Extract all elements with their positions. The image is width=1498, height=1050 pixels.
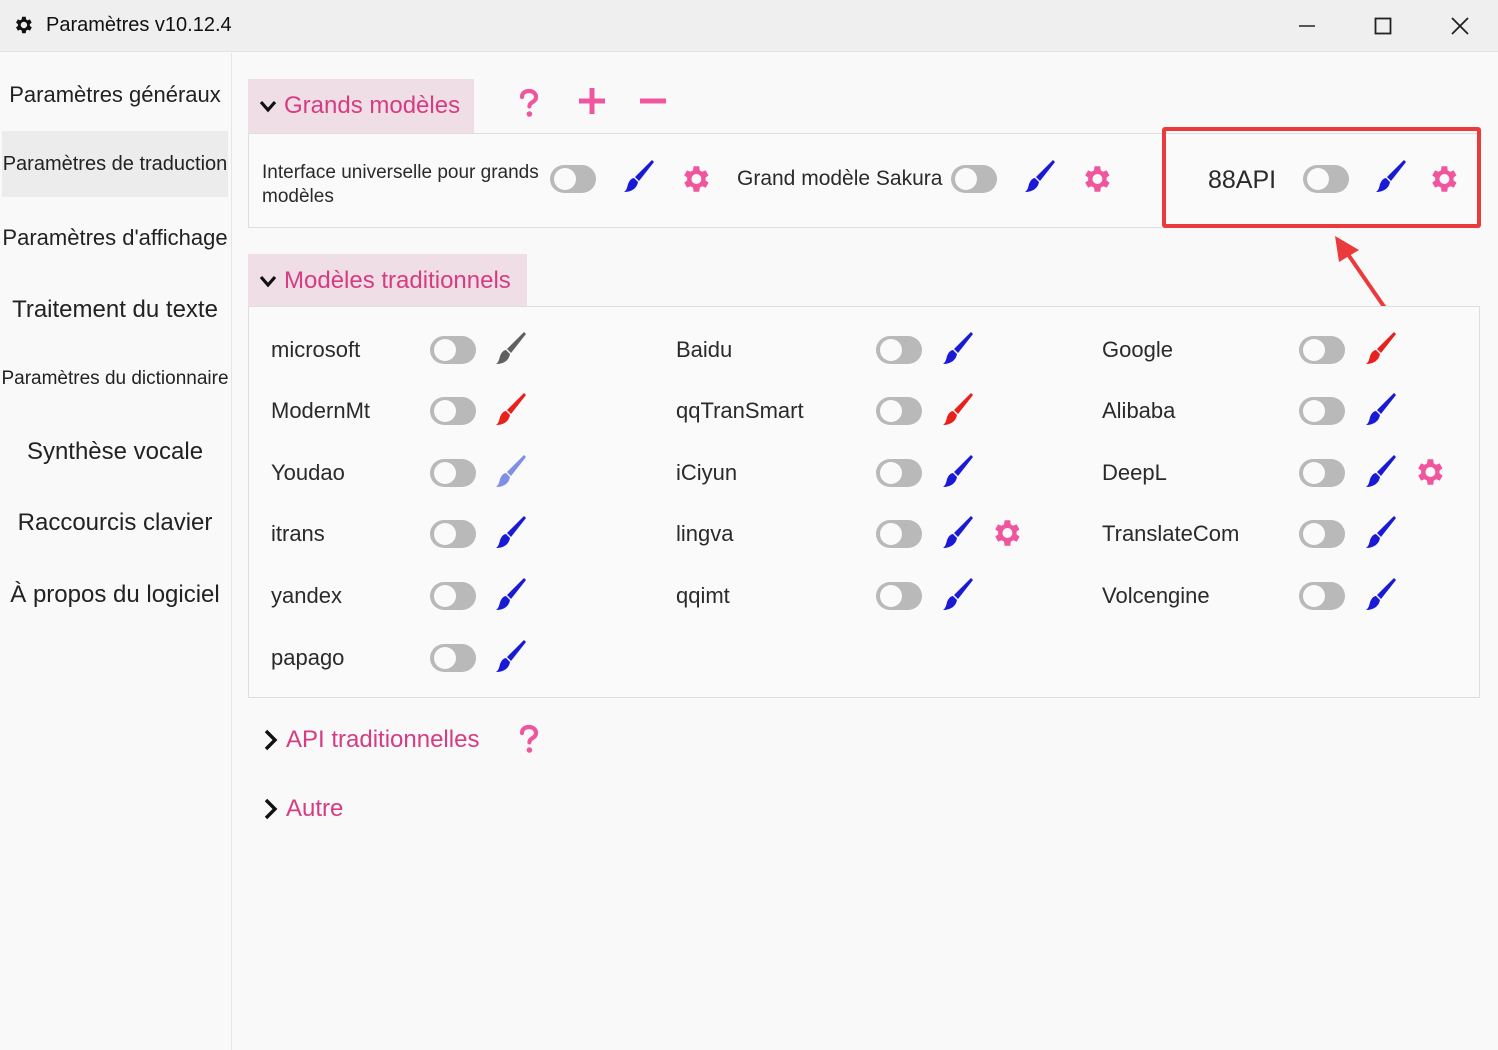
chevron-right-icon[interactable] — [261, 797, 279, 821]
brush-icon[interactable] — [941, 516, 975, 550]
translator-toggle[interactable] — [1299, 397, 1345, 425]
sidebar-item-tts[interactable]: Synthèse vocale — [2, 419, 228, 485]
translator-label: Alibaba — [1102, 398, 1176, 423]
translator-toggle[interactable] — [1299, 520, 1345, 548]
toggle-universal-llm[interactable] — [550, 165, 596, 193]
translator-toggle[interactable] — [430, 582, 476, 610]
translator-toggle[interactable] — [876, 397, 922, 425]
brush-icon[interactable] — [494, 332, 528, 366]
brush-icon[interactable] — [1023, 160, 1057, 194]
brush-icon[interactable] — [494, 516, 528, 550]
maximize-button[interactable] — [1361, 8, 1405, 44]
sidebar-item-about[interactable]: À propos du logiciel — [2, 562, 228, 628]
chevron-down-icon — [259, 275, 277, 288]
translator-toggle[interactable] — [430, 459, 476, 487]
translator-toggle[interactable] — [430, 644, 476, 672]
brush-icon[interactable] — [622, 160, 656, 194]
sidebar-item-shortcuts[interactable]: Raccourcis clavier — [2, 490, 228, 556]
chevron-down-icon — [259, 100, 277, 113]
toggle-sakura[interactable] — [951, 165, 997, 193]
sidebar-item-translation[interactable]: Paramètres de traduction — [2, 131, 228, 197]
minimize-button[interactable] — [1285, 8, 1329, 44]
translator-toggle[interactable] — [1299, 459, 1345, 487]
translator-label: Youdao — [271, 460, 345, 485]
brush-icon[interactable] — [1364, 332, 1398, 366]
brush-icon[interactable] — [1364, 393, 1398, 427]
translator-toggle[interactable] — [876, 459, 922, 487]
translator-label: lingva — [676, 521, 734, 546]
maximize-icon — [1374, 17, 1392, 35]
brush-icon[interactable] — [494, 640, 528, 674]
translator-toggle[interactable] — [876, 336, 922, 364]
translator-label: Baidu — [676, 337, 733, 362]
arrow-annotation — [1335, 236, 1387, 310]
section-traditional-models-header[interactable]: Modèles traditionnels — [248, 254, 527, 308]
brush-icon[interactable] — [941, 332, 975, 366]
brush-icon[interactable] — [1364, 578, 1398, 612]
large-model-label: Grand modèle Sakura — [737, 167, 943, 190]
sidebar-item-general[interactable]: Paramètres généraux — [2, 62, 228, 128]
gear-icon[interactable] — [1079, 162, 1113, 196]
brush-icon[interactable] — [1364, 516, 1398, 550]
window-title: Paramètres v10.12.4 — [46, 14, 232, 36]
gear-icon — [16, 16, 32, 34]
translator-toggle[interactable] — [876, 520, 922, 548]
sidebar-item-dictionary[interactable]: Paramètres du dictionnaire — [1, 346, 228, 412]
translator-toggle[interactable] — [430, 397, 476, 425]
brush-icon[interactable] — [1364, 455, 1398, 489]
help-icon[interactable] — [512, 86, 546, 120]
translator-label: DeepL — [1102, 460, 1167, 485]
close-icon — [1451, 17, 1469, 35]
translator-label: qqTranSmart — [676, 398, 804, 423]
translator-toggle[interactable] — [1299, 336, 1345, 364]
translator-toggle[interactable] — [876, 582, 922, 610]
translator-label: microsoft — [271, 337, 361, 362]
section-title: Grands modèles — [284, 92, 461, 119]
brush-icon[interactable] — [941, 578, 975, 612]
translator-toggle[interactable] — [1299, 582, 1345, 610]
remove-icon[interactable] — [636, 84, 670, 118]
section-other[interactable]: Autre — [286, 795, 343, 823]
large-model-label: Interface universelle pour grands modèle… — [262, 162, 539, 207]
help-icon[interactable] — [512, 722, 546, 756]
translator-label: TranslateCom — [1102, 521, 1240, 546]
translator-label: ModernMt — [271, 398, 371, 423]
brush-icon[interactable] — [941, 393, 975, 427]
brush-icon[interactable] — [494, 578, 528, 612]
gear-icon[interactable] — [989, 516, 1023, 550]
translator-label: papago — [271, 645, 345, 670]
brush-icon[interactable] — [494, 455, 528, 489]
translator-label: Google — [1102, 337, 1173, 362]
translator-label: iCiyun — [676, 460, 738, 485]
gear-icon[interactable] — [1412, 455, 1446, 489]
chevron-right-icon[interactable] — [261, 728, 279, 752]
sidebar-item-text-processing[interactable]: Traitement du texte — [2, 277, 228, 343]
brush-icon[interactable] — [494, 393, 528, 427]
minimize-icon — [1299, 25, 1315, 27]
translator-toggle[interactable] — [430, 336, 476, 364]
translator-label: Volcengine — [1102, 583, 1210, 608]
close-button[interactable] — [1438, 8, 1482, 44]
brush-icon[interactable] — [941, 455, 975, 489]
translator-toggle[interactable] — [430, 520, 476, 548]
title-bar: Paramètres v10.12.4 — [0, 0, 1498, 52]
sidebar: Paramètres généraux Paramètres de traduc… — [0, 53, 232, 1050]
add-icon[interactable] — [575, 84, 609, 118]
sidebar-item-display[interactable]: Paramètres d'affichage — [2, 205, 228, 271]
translator-label: qqimt — [676, 583, 730, 608]
highlight-box — [1162, 127, 1481, 228]
translator-label: itrans — [271, 521, 325, 546]
section-large-models-header[interactable]: Grands modèles — [248, 79, 474, 133]
traditional-models-panel — [248, 306, 1480, 698]
gear-icon[interactable] — [678, 162, 712, 196]
section-title: Modèles traditionnels — [284, 267, 511, 294]
translator-label: yandex — [271, 583, 342, 608]
section-traditional-apis[interactable]: API traditionnelles — [286, 726, 479, 754]
